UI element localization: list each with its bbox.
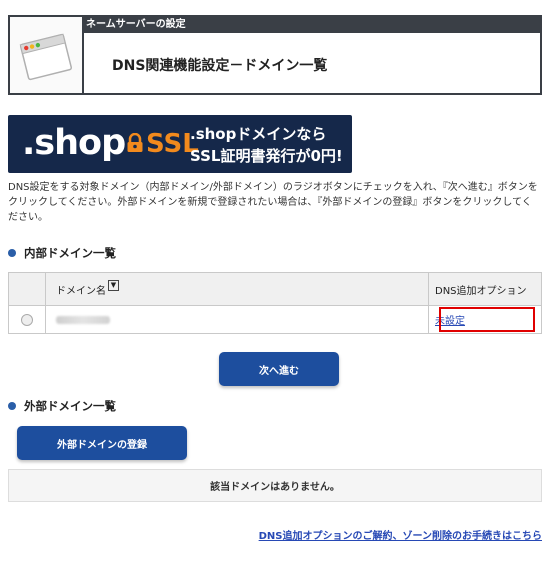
column-dns-option: DNS追加オプション <box>435 285 527 297</box>
external-domains-heading: 外部ドメイン一覧 <box>8 398 116 414</box>
table-header: ドメイン名 ▼ DNS追加オプション <box>9 273 541 306</box>
shop-ssl-banner[interactable]: .shop SSL .shopドメインなら SSL証明書発行が0円! <box>8 115 352 173</box>
cancel-option-link[interactable]: DNS追加オプションのご解約、ゾーン削除のお手続きはこちら <box>259 527 542 542</box>
internal-domains-heading: 内部ドメイン一覧 <box>8 245 116 261</box>
banner-brand: .shop <box>22 123 126 163</box>
lock-icon <box>126 132 144 153</box>
domain-radio[interactable] <box>21 313 33 326</box>
internal-domain-table: ドメイン名 ▼ DNS追加オプション 未設定 <box>8 272 542 334</box>
column-domain-name: ドメイン名 ▼ <box>46 273 429 305</box>
next-button[interactable]: 次へ進む <box>219 352 339 386</box>
domain-name-redacted <box>56 315 110 324</box>
table-row: 未設定 <box>9 306 541 333</box>
section-label: ネームサーバーの設定 <box>82 17 540 33</box>
page-header: ネームサーバーの設定 DNS関連機能設定－ドメイン一覧 <box>8 15 542 95</box>
register-external-domain-button[interactable]: 外部ドメインの登録 <box>17 426 187 460</box>
highlight-box <box>439 307 535 332</box>
instructions-text: DNS設定をする対象ドメイン（内部ドメイン/外部ドメイン）のラジオボタンにチェッ… <box>8 182 538 223</box>
empty-message: 該当ドメインはありません。 <box>8 469 542 502</box>
sort-icon[interactable]: ▼ <box>108 279 119 291</box>
banner-promo-line1: .shopドメインなら <box>190 125 327 143</box>
window-icon <box>10 17 84 93</box>
page-title: DNS関連機能設定－ドメイン一覧 <box>112 58 328 74</box>
banner-promo-line2: SSL証明書発行が0円! <box>190 147 343 165</box>
bullet-icon <box>8 248 16 257</box>
bullet-icon <box>8 401 16 410</box>
